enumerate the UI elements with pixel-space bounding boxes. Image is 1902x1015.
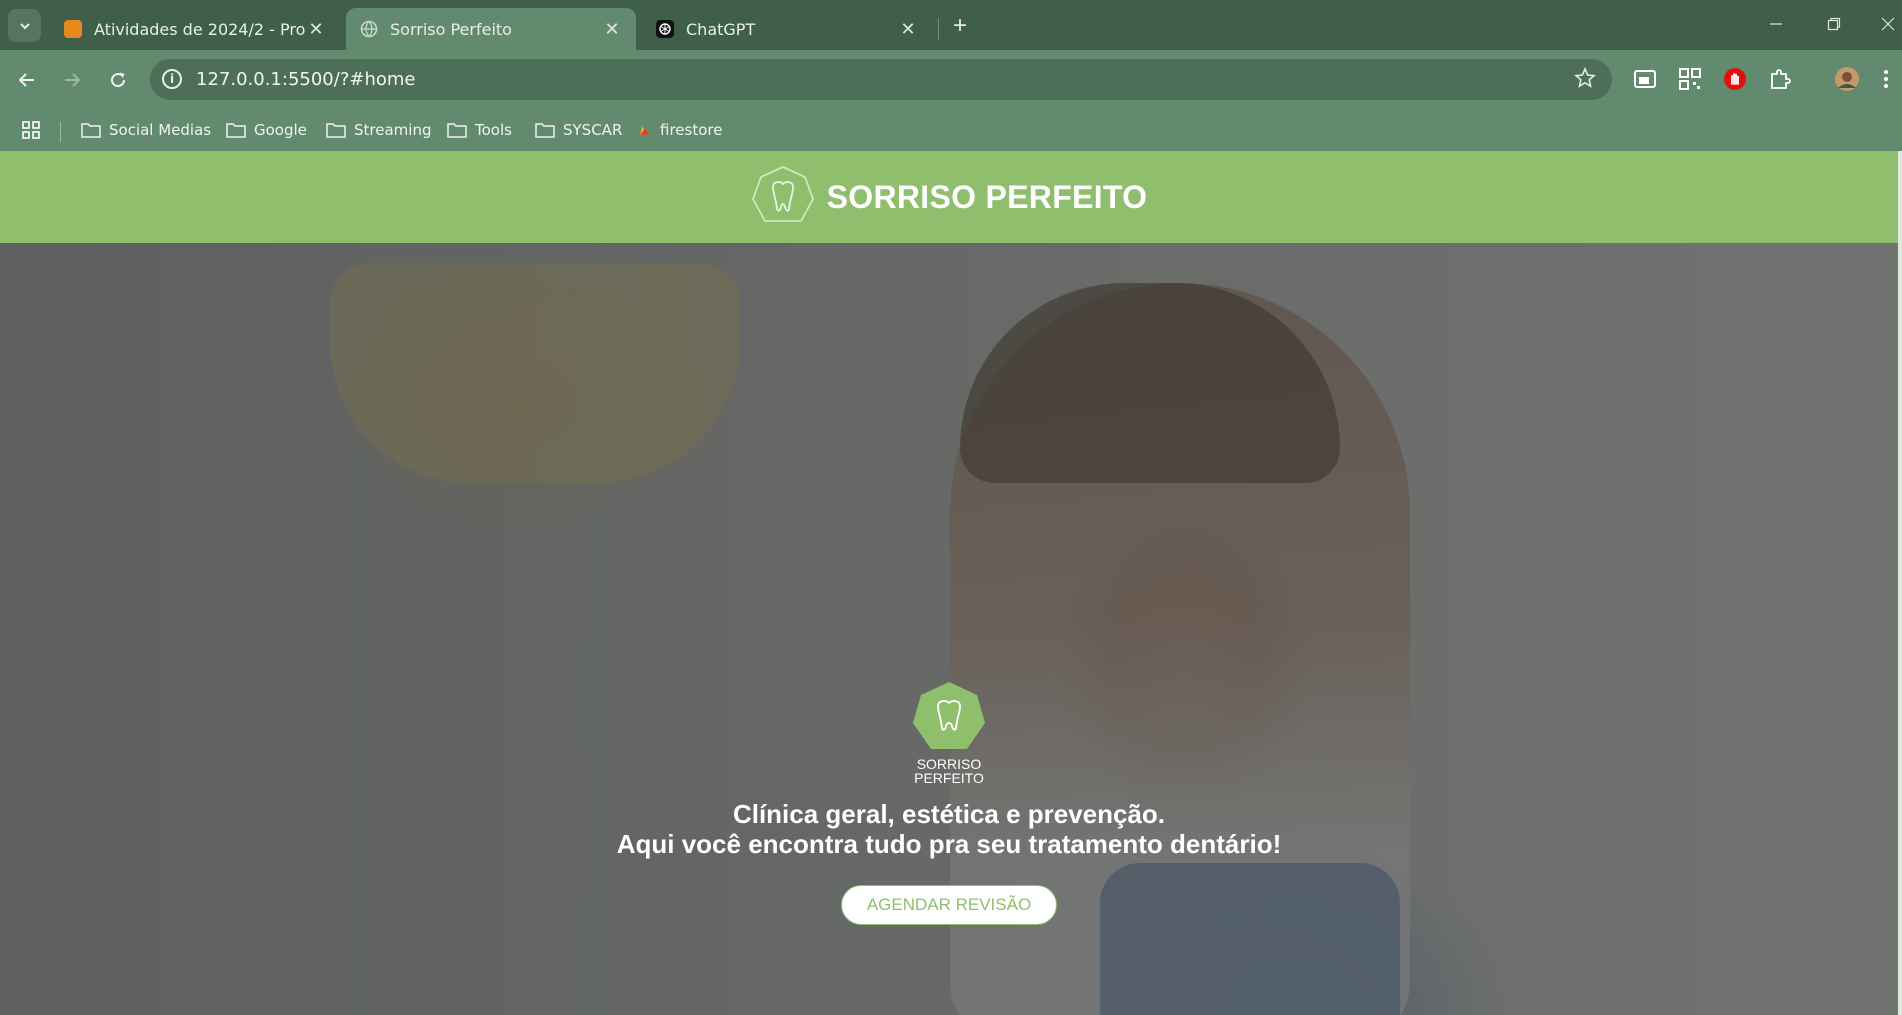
close-icon[interactable]: ✕	[602, 19, 622, 40]
bookmark-folder-google[interactable]: Google	[226, 121, 307, 139]
picture-in-picture-icon	[1634, 70, 1656, 88]
apps-grid-icon	[22, 121, 40, 139]
profile-avatar[interactable]	[1834, 66, 1860, 92]
tab-title: ChatGPT	[686, 19, 756, 39]
stop-hand-extension[interactable]	[1722, 66, 1748, 92]
extensions-button[interactable]	[1767, 66, 1793, 92]
qr-code-icon	[1679, 68, 1701, 90]
folder-icon	[226, 123, 246, 138]
bookmark-folder-streaming[interactable]: Streaming	[326, 121, 431, 139]
more-vertical-icon	[1884, 70, 1888, 88]
close-window-button[interactable]	[1866, 8, 1902, 40]
tab-chatgpt[interactable]: ChatGPT ✕	[642, 8, 932, 50]
hero-tagline-line-2: Aqui você encontra tudo pra seu tratamen…	[616, 829, 1282, 859]
tab-classroom[interactable]: Atividades de 2024/2 - Program ✕	[50, 8, 340, 50]
browser-toolbar: i 127.0.0.1:5500/?#home Social Medias Go…	[0, 50, 1902, 158]
hero-logo-line-1: SORRISO	[916, 756, 982, 772]
site-title: SORRISO PERFEITO	[826, 178, 1148, 215]
avatar	[1835, 67, 1859, 91]
qr-code-extension[interactable]	[1677, 66, 1703, 92]
webpage-viewport: SORRISO PERFEITO SORRISO PERFEITO Clínic…	[0, 151, 1898, 1015]
back-arrow-icon	[18, 73, 34, 87]
restore-button[interactable]	[1812, 8, 1856, 40]
address-bar[interactable]: i 127.0.0.1:5500/?#home	[150, 59, 1612, 100]
close-icon[interactable]: ✕	[898, 19, 918, 40]
tab-search-button[interactable]	[8, 9, 41, 42]
minimize-button[interactable]	[1754, 8, 1798, 40]
back-button[interactable]	[11, 64, 43, 96]
tooth-logo-icon	[751, 166, 814, 222]
openai-icon	[656, 20, 674, 38]
puzzle-piece-icon	[1771, 69, 1791, 89]
bookmark-label: Social Medias	[109, 121, 212, 139]
hero-content: SORRISO PERFEITO Clínica geral, estética…	[0, 681, 1898, 925]
page-scrollbar[interactable]	[1898, 151, 1902, 1015]
chevron-down-icon	[19, 22, 30, 29]
folder-icon	[535, 123, 555, 138]
bookmark-star-icon[interactable]	[1574, 65, 1596, 91]
site-brand[interactable]: SORRISO PERFEITO	[751, 165, 1148, 229]
firebase-icon	[640, 125, 649, 135]
close-icon[interactable]: ✕	[306, 19, 326, 40]
bookmark-folder-social-medias[interactable]: Social Medias	[81, 121, 211, 139]
tab-title: Sorriso Perfeito	[390, 19, 512, 39]
reload-button[interactable]	[102, 64, 134, 96]
bookmark-label: SYSCAR	[563, 121, 623, 139]
schedule-checkup-button[interactable]: AGENDAR REVISÃO	[840, 885, 1058, 925]
stop-hand-icon	[1724, 68, 1746, 90]
bookmark-label: firestore	[660, 121, 723, 139]
bookmark-folder-syscar[interactable]: SYSCAR	[535, 121, 622, 139]
site-info-icon[interactable]: i	[162, 69, 182, 89]
hero-tagline-line-1: Clínica geral, estética e prevenção.	[732, 799, 1166, 829]
hero-logo: SORRISO PERFEITO	[911, 681, 987, 785]
tab-strip: Atividades de 2024/2 - Program ✕ Sorriso…	[0, 0, 1902, 50]
browser-menu-button[interactable]	[1880, 66, 1892, 92]
bookmarks-bar: Social Medias Google Streaming Tools SYS…	[0, 108, 1902, 156]
new-tab-button[interactable]: +	[946, 12, 974, 40]
globe-icon	[360, 20, 378, 38]
restore-icon	[1827, 17, 1841, 31]
folder-icon	[326, 123, 346, 138]
bookmark-firestore[interactable]: firestore	[638, 121, 722, 139]
bookmark-label: Tools	[475, 121, 512, 139]
minimize-icon	[1770, 23, 1782, 25]
apps-button[interactable]	[22, 121, 40, 139]
tooth-logo-icon	[913, 682, 985, 749]
forward-button[interactable]	[56, 64, 88, 96]
tab-separator	[938, 18, 939, 40]
site-header: SORRISO PERFEITO	[0, 151, 1898, 243]
bookmark-label: Google	[254, 121, 307, 139]
hero-logo-line-2: PERFEITO	[914, 770, 984, 786]
bookmarks-separator	[60, 122, 61, 142]
forward-arrow-icon	[65, 73, 81, 87]
bookmark-folder-tools[interactable]: Tools	[447, 121, 512, 139]
picture-in-picture-extension[interactable]	[1632, 66, 1658, 92]
close-icon	[1881, 17, 1895, 31]
bookmark-label: Streaming	[354, 121, 432, 139]
hero-logo-text: SORRISO PERFEITO	[914, 757, 984, 785]
classroom-icon	[64, 20, 82, 38]
url-text[interactable]: 127.0.0.1:5500/?#home	[196, 69, 415, 90]
folder-icon	[81, 123, 101, 138]
reload-icon	[111, 72, 126, 88]
folder-icon	[447, 123, 467, 138]
hero-section: SORRISO PERFEITO Clínica geral, estética…	[0, 243, 1898, 1015]
tab-sorriso-perfeito[interactable]: Sorriso Perfeito ✕	[346, 8, 636, 50]
hero-tagline: Clínica geral, estética e prevenção. Aqu…	[617, 799, 1282, 859]
tab-title: Atividades de 2024/2 - Program	[94, 19, 306, 39]
